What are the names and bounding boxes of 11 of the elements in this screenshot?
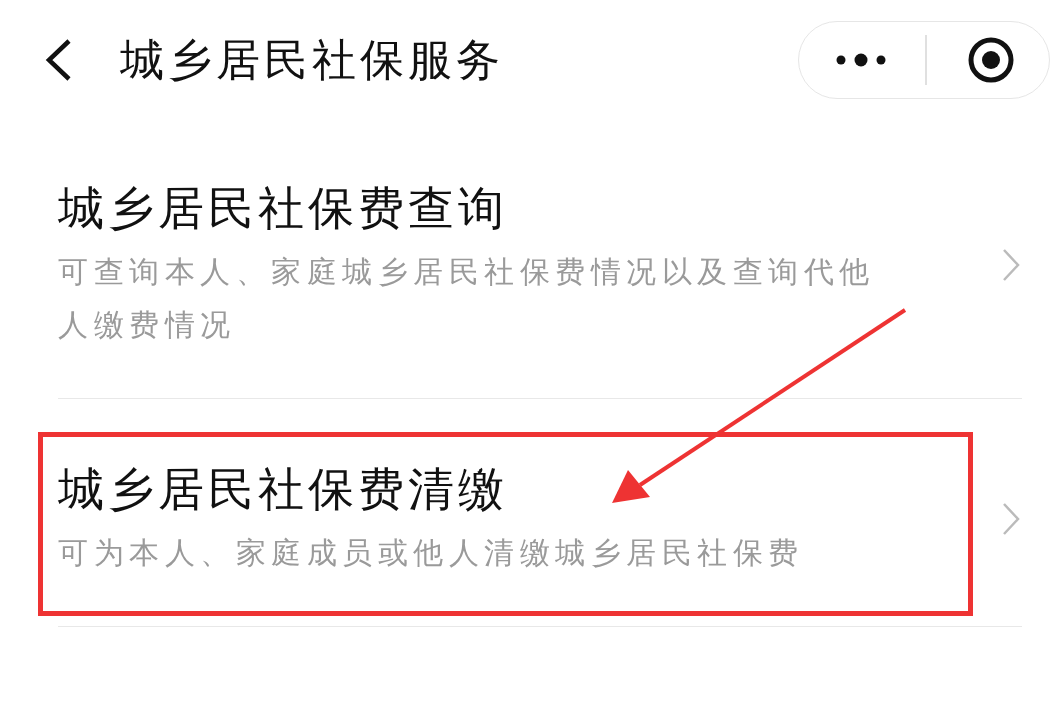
- service-item[interactable]: 城乡居民社保费查询 可查询本人、家庭城乡居民社保费情况以及查询代他人缴费情况: [58, 120, 1022, 399]
- item-title: 城乡居民社保费清缴: [58, 461, 509, 518]
- item-description: 可为本人、家庭成员或他人清缴城乡居民社保费: [58, 534, 805, 572]
- service-item[interactable]: 城乡居民社保费清缴 可为本人、家庭成员或他人清缴城乡居民社保费: [58, 399, 1022, 627]
- chevron-icon: [1002, 502, 1020, 536]
- back-icon[interactable]: [44, 38, 72, 82]
- chevron-icon: [1002, 247, 1020, 282]
- more-icon[interactable]: [835, 53, 887, 67]
- item-description: 可查询本人、家庭城乡居民社保费情况以及查询代他人缴费情况: [58, 253, 876, 344]
- item-title: 城乡居民社保费查询: [58, 180, 509, 237]
- page-title: 城乡居民社保服务: [120, 32, 504, 87]
